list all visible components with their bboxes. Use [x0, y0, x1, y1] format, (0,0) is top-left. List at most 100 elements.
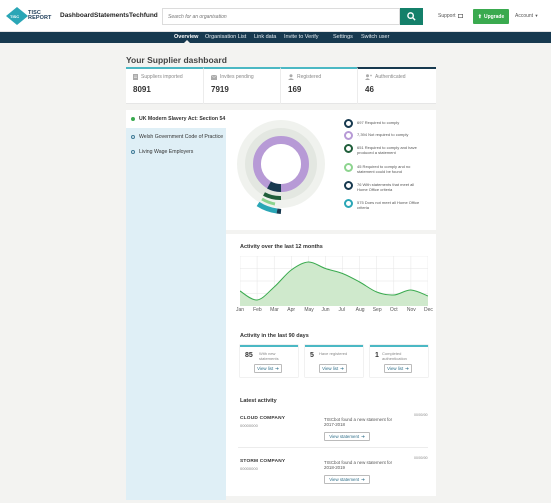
legislation-welsh-code[interactable]: Welsh Government Code of Practice	[131, 134, 223, 140]
activity-text: Completed authentication	[382, 351, 407, 361]
envelope-icon	[211, 74, 217, 80]
subnav-link-data[interactable]: Link data	[254, 34, 276, 40]
stat-value: 7919	[211, 85, 229, 94]
legislation-label: UK Modern Slavery Act: Section 54	[139, 116, 226, 122]
chat-icon	[457, 13, 463, 18]
ring-icon	[344, 163, 353, 172]
view-statement-button[interactable]: View statement ➔	[324, 432, 370, 441]
stat-value: 8091	[133, 85, 151, 94]
company-number: 00000000	[240, 423, 258, 428]
active-dot-icon	[131, 117, 135, 121]
legend-meet-criteria: 76 With statements that meet all Home Of…	[344, 181, 424, 192]
subnav-organisation-list[interactable]: Organisation List	[205, 34, 246, 40]
month-label: Jun	[321, 307, 330, 313]
user-plus-icon	[365, 74, 372, 80]
upgrade-button[interactable]: ⬆ Upgrade	[473, 9, 509, 24]
view-list-button[interactable]: View list ➔	[254, 364, 282, 373]
legend-required: 697 Required to comply	[344, 119, 424, 128]
stat-label: Invites pending	[220, 74, 254, 80]
legend-not-required: 7,394 Not required to comply	[344, 131, 424, 140]
company-name[interactable]: CLOUD COMPANY	[240, 416, 285, 421]
ring-icon	[344, 199, 353, 208]
nav-techfund[interactable]: Techfund	[129, 12, 158, 19]
radio-dot-icon	[131, 135, 135, 139]
legend-text: 76 With statements that meet all Home Of…	[357, 182, 415, 192]
view-list-button[interactable]: View list ➔	[319, 364, 347, 373]
company-name[interactable]: STORM COMPANY	[240, 459, 285, 464]
button-label: View statement	[329, 477, 360, 482]
stat-registered[interactable]: Registered 169	[280, 67, 357, 104]
stat-suppliers-imported[interactable]: Suppliers imported 8091	[126, 67, 203, 104]
activity-date: 00/00/00	[414, 413, 428, 417]
activity-90-days-title: Activity in the last 90 days	[240, 333, 309, 339]
upgrade-label: Upgrade	[483, 13, 505, 20]
activity-card-authenticated: 1 Completed authentication View list ➔	[370, 345, 428, 377]
stat-label: Suppliers imported	[141, 74, 183, 80]
activity-text: Have registered	[319, 351, 348, 356]
month-label: Feb	[253, 307, 262, 313]
stat-label: Registered	[297, 74, 322, 80]
subnav-settings[interactable]: Settings	[333, 34, 353, 40]
month-label: Mar	[270, 307, 279, 313]
donut-meet-criteria-arc	[276, 208, 282, 214]
nav-dashboard[interactable]: Dashboard	[60, 12, 94, 19]
legislation-living-wage[interactable]: Living Wage Employers	[131, 149, 193, 155]
activity-message: TISCbot found a new statement for 2018-2…	[324, 460, 393, 471]
arrow-right-icon: ➔	[340, 365, 344, 371]
subnav-switch-user[interactable]: Switch user	[361, 34, 389, 40]
logo-badge: TISC	[10, 14, 20, 19]
subnav-invite-to-verify[interactable]: Invite to Verify	[284, 34, 319, 40]
month-label: Aug	[355, 307, 365, 313]
month-label: Dec	[424, 307, 433, 313]
page-title: Your Supplier dashboard	[126, 55, 227, 65]
arrow-right-icon: ➔	[361, 476, 365, 482]
tisc-report-logo[interactable]: TISC TISC REPORT	[6, 7, 54, 25]
stat-label: Authenticated	[375, 74, 406, 80]
month-label: Nov	[406, 307, 416, 313]
caret-down-icon: ▼	[534, 13, 539, 18]
search-button[interactable]	[400, 8, 423, 25]
activity-divider	[238, 447, 428, 448]
stat-invites-pending[interactable]: Invites pending 7919	[203, 67, 280, 104]
activity-count: 1	[375, 352, 379, 359]
legend-text: 697 Required to comply	[357, 120, 400, 125]
activity-text: With new statements	[259, 351, 279, 361]
ring-icon	[344, 144, 353, 153]
button-label: View list	[322, 366, 339, 371]
arrow-right-icon: ➔	[361, 433, 365, 439]
arrow-right-icon: ➔	[275, 365, 279, 371]
search-box[interactable]	[162, 8, 400, 25]
button-label: View list	[257, 366, 274, 371]
view-statement-button[interactable]: View statement ➔	[324, 475, 370, 484]
legend-text: 45 Required to comply and no statement c…	[357, 164, 411, 174]
upload-icon: ⬆	[477, 13, 482, 20]
donut-required-arc	[267, 181, 282, 192]
view-list-button[interactable]: View list ➔	[384, 364, 412, 373]
month-label: Jan	[236, 307, 245, 313]
company-number: 00000000	[240, 466, 258, 471]
legislation-uk-modern-slavery[interactable]: UK Modern Slavery Act: Section 54	[131, 116, 225, 122]
stat-value: 46	[365, 85, 374, 94]
stat-value: 169	[288, 85, 302, 94]
month-label: Oct	[389, 307, 398, 313]
month-label: May	[304, 307, 314, 313]
account-menu[interactable]: Account ▼	[515, 13, 538, 19]
activity-count: 5	[310, 352, 314, 359]
activity-date: 00/00/00	[414, 456, 428, 460]
active-tab-caret	[184, 40, 190, 43]
legend-text: 575 Does not meet all Home Office criter…	[357, 200, 420, 210]
month-label: Apr	[287, 307, 296, 313]
stat-authenticated[interactable]: Authenticated 46	[357, 67, 436, 104]
support-link[interactable]: Support	[438, 13, 463, 19]
legislation-label: Living Wage Employers	[139, 149, 194, 155]
search-input[interactable]	[163, 9, 399, 24]
activity-card-new-statements: 85 With new statements View list ➔	[240, 345, 298, 377]
compliance-donut-chart	[237, 120, 325, 214]
month-label: Sep	[372, 307, 382, 313]
arrow-right-icon: ➔	[405, 365, 409, 371]
nav-statements[interactable]: Statements	[94, 12, 129, 19]
activity-12-months-title: Activity over the last 12 months	[240, 244, 323, 250]
legend-not-meet-criteria: 575 Does not meet all Home Office criter…	[344, 199, 424, 210]
activity-count: 85	[245, 352, 253, 359]
button-label: View statement	[329, 434, 360, 439]
